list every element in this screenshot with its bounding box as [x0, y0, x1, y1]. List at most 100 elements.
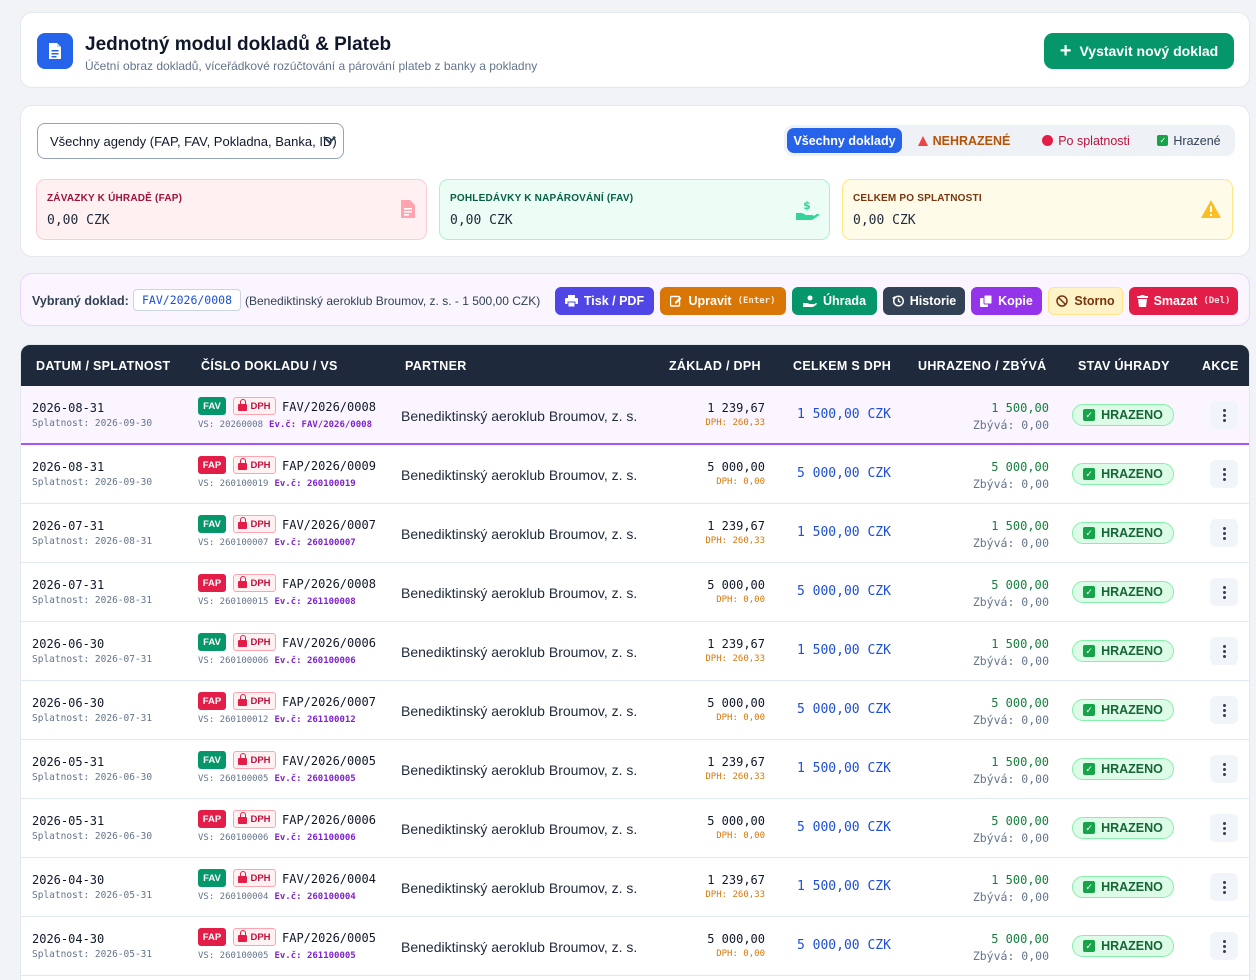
row-dph-label: DPH: [250, 636, 271, 648]
row-doc-number[interactable]: FAP/2026/0008: [282, 577, 376, 591]
payment-button[interactable]: Úhrada: [792, 287, 877, 315]
filter-paid[interactable]: ✓ Hrazené: [1146, 128, 1232, 153]
filter-unpaid[interactable]: NEHRAZENÉ: [902, 128, 1026, 153]
row-doc-number[interactable]: FAP/2026/0007: [282, 695, 376, 709]
edit-button[interactable]: Upravit (Enter): [660, 287, 786, 315]
col-date[interactable]: DATUM / SPLATNOST: [36, 359, 171, 373]
row-doc-number[interactable]: FAV/2026/0005: [282, 754, 376, 768]
print-label: Tisk / PDF: [583, 294, 645, 308]
row-type-tag: FAP: [198, 692, 226, 710]
row-actions-button[interactable]: [1210, 578, 1238, 606]
check-icon: ✓: [1083, 940, 1096, 952]
row-due-date: Splatnost: 2026-08-31: [32, 595, 153, 606]
col-base[interactable]: ZÁKLAD / DPH: [669, 359, 761, 373]
row-due-date: Splatnost: 2026-07-31: [32, 654, 153, 665]
status-badge: ✓ HRAZENO: [1072, 935, 1174, 957]
kebab-dot: [1222, 585, 1226, 589]
page-subtitle: Účetní obraz dokladů, víceřádkové rozúčt…: [85, 59, 538, 73]
row-total: 5 000,00 CZK: [797, 702, 891, 717]
col-number[interactable]: ČÍSLO DOKLADU / VS: [201, 359, 338, 373]
row-paid: 5 000,00: [991, 932, 1049, 946]
delete-label: Smazat: [1153, 294, 1198, 308]
kebab-dot: [1222, 713, 1226, 717]
row-type-tag: FAV: [198, 869, 226, 887]
table-row[interactable]: 2026-04-30 Splatnost: 2026-05-31 FAP DPH…: [21, 917, 1249, 976]
lock-icon: [238, 635, 248, 647]
kebab-dot: [1222, 467, 1226, 471]
row-type-tag: FAV: [198, 397, 226, 415]
status-badge: ✓ HRAZENO: [1072, 581, 1174, 603]
invoice-icon: [400, 199, 416, 224]
row-paid: 1 500,00: [991, 401, 1049, 415]
row-date: 2026-06-30: [32, 696, 105, 710]
kebab-dot: [1222, 590, 1226, 594]
table-row[interactable]: 2026-08-31 Splatnost: 2026-09-30 FAV DPH…: [21, 386, 1249, 445]
history-button[interactable]: Historie: [883, 287, 965, 315]
col-paid[interactable]: UHRAZENO / ZBÝVÁ: [918, 359, 1046, 373]
row-actions-button[interactable]: [1210, 519, 1238, 547]
col-total[interactable]: CELKEM S DPH: [793, 359, 891, 373]
row-dph-tag: DPH: [233, 751, 276, 769]
row-doc-number[interactable]: FAP/2026/0006: [282, 813, 376, 827]
table-row[interactable]: 2026-06-30 Splatnost: 2026-07-31 FAV DPH…: [21, 622, 1249, 681]
row-total: 1 500,00 CZK: [797, 643, 891, 658]
filter-unpaid-label: NEHRAZENÉ: [932, 133, 1011, 148]
new-document-button[interactable]: + Vystavit nový doklad: [1044, 33, 1234, 69]
col-status[interactable]: STAV ÚHRADY: [1078, 359, 1170, 373]
row-actions-button[interactable]: [1210, 755, 1238, 783]
row-base: 5 000,00: [707, 460, 765, 474]
check-icon: ✓: [1157, 135, 1169, 146]
stat-overdue-label: CELKEM PO SPLATNOSTI: [853, 193, 982, 204]
row-actions-button[interactable]: [1210, 873, 1238, 901]
table-row[interactable]: 2026-08-31 Splatnost: 2026-09-30 FAP DPH…: [21, 445, 1249, 504]
row-doc-number[interactable]: FAV/2026/0006: [282, 636, 376, 650]
row-actions-button[interactable]: [1210, 401, 1238, 429]
filter-overdue-label: Po splatnosti: [1058, 133, 1130, 148]
row-doc-number[interactable]: FAP/2026/0005: [282, 931, 376, 945]
check-icon: ✓: [1083, 822, 1096, 834]
stat-receivables-value: 0,00 CZK: [450, 213, 513, 228]
row-doc-number[interactable]: FAV/2026/0004: [282, 872, 376, 886]
status-label: HRAZENO: [1101, 821, 1163, 835]
delete-button[interactable]: Smazat (Del): [1129, 287, 1238, 315]
row-vs-value: VS: 260100006: [198, 833, 269, 843]
row-vs-value: VS: 260100012: [198, 715, 269, 725]
table-row[interactable]: 2026-05-31 Splatnost: 2026-06-30 FAV DPH…: [21, 740, 1249, 799]
row-date: 2026-04-30: [32, 932, 105, 946]
row-remaining: Zbývá: 0,00: [972, 713, 1049, 727]
row-actions-button[interactable]: [1210, 696, 1238, 724]
col-partner[interactable]: PARTNER: [405, 359, 467, 373]
row-type-tag: FAP: [198, 810, 226, 828]
storno-button[interactable]: Storno: [1048, 287, 1123, 315]
agenda-select[interactable]: Všechny agendy (FAP, FAV, Pokladna, Bank…: [37, 123, 344, 159]
row-actions-button[interactable]: [1210, 460, 1238, 488]
table-row[interactable]: 2026-06-30 Splatnost: 2026-07-31 FAP DPH…: [21, 681, 1249, 740]
table-row[interactable]: 2026-07-31 Splatnost: 2026-08-31 FAP DPH…: [21, 563, 1249, 622]
row-type-tag: FAV: [198, 515, 226, 533]
row-vs-value: VS: 260100005: [198, 951, 269, 961]
print-button[interactable]: Tisk / PDF: [555, 287, 654, 315]
kebab-dot: [1222, 826, 1226, 830]
check-icon: ✓: [1083, 468, 1096, 480]
filter-paid-label: Hrazené: [1173, 133, 1221, 148]
filter-all[interactable]: Všechny doklady: [787, 128, 902, 153]
row-actions-button[interactable]: [1210, 932, 1238, 960]
copy-button[interactable]: Kopie: [971, 287, 1042, 315]
edit-shortcut: (Enter): [737, 296, 776, 306]
kebab-dot: [1222, 772, 1226, 776]
row-doc-number[interactable]: FAV/2026/0008: [282, 400, 376, 414]
row-actions-button[interactable]: [1210, 814, 1238, 842]
edit-icon: [670, 295, 682, 307]
status-label: HRAZENO: [1101, 703, 1163, 717]
filter-overdue[interactable]: Po splatnosti: [1026, 128, 1146, 153]
table-row[interactable]: 2026-07-31 Splatnost: 2026-08-31 FAV DPH…: [21, 504, 1249, 563]
row-remaining: Zbývá: 0,00: [972, 890, 1049, 904]
status-badge: ✓ HRAZENO: [1072, 699, 1174, 721]
row-vs-value: VS: 260100015: [198, 597, 269, 607]
table-row[interactable]: 2026-04-30 Splatnost: 2026-05-31 FAV DPH…: [21, 858, 1249, 917]
row-doc-number[interactable]: FAP/2026/0009: [282, 459, 376, 473]
row-actions-button[interactable]: [1210, 637, 1238, 665]
row-doc-number[interactable]: FAV/2026/0007: [282, 518, 376, 532]
table-row[interactable]: 2026-05-31 Splatnost: 2026-06-30 FAP DPH…: [21, 799, 1249, 858]
kebab-dot: [1222, 649, 1226, 653]
